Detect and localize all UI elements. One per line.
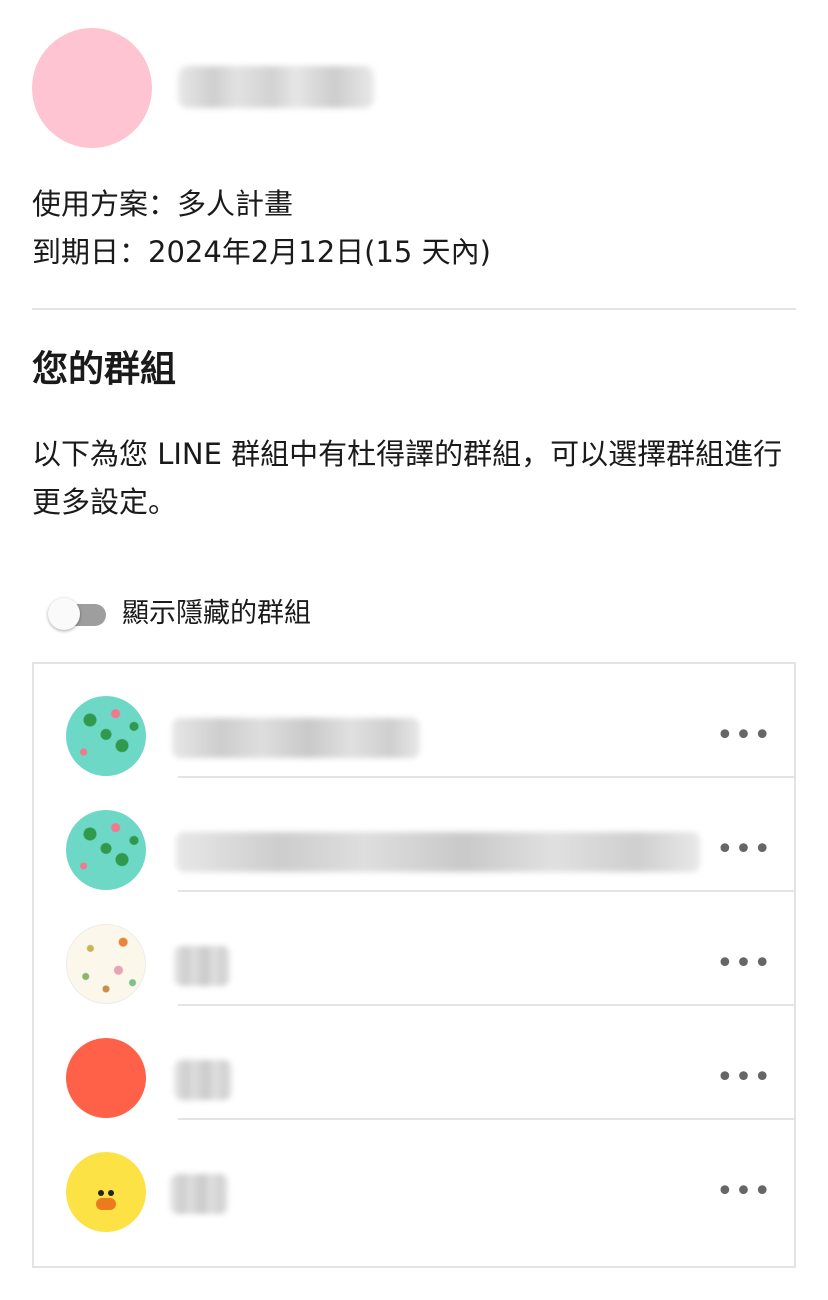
section-description: 以下為您 LINE 群組中有杜得譯的群組，可以選擇群組進行更多設定。 xyxy=(32,437,783,519)
group-name-redacted xyxy=(172,718,420,758)
show-hidden-groups-label[interactable]: 顯示隱藏的群組 xyxy=(122,594,311,634)
divider xyxy=(32,308,796,310)
account-page: 使用方案：多人計畫 到期日：2024年2月12日(15 天內) 您的群組 以下為… xyxy=(0,0,828,1300)
duck-beak xyxy=(96,1198,116,1210)
more-options-button[interactable]: ••• xyxy=(716,1172,771,1212)
group-row[interactable]: ••• xyxy=(34,1120,794,1234)
more-options-button[interactable]: ••• xyxy=(716,944,771,984)
show-hidden-groups-toggle[interactable] xyxy=(48,598,108,630)
more-icon: ••• xyxy=(715,718,773,753)
group-name-redacted xyxy=(176,832,700,872)
doodle-pattern-avatar xyxy=(66,924,146,1004)
group-name-redacted xyxy=(170,1174,228,1214)
profile-name-redacted xyxy=(178,66,374,108)
group-row[interactable]: ••• xyxy=(34,1006,794,1120)
duck-avatar xyxy=(66,1152,146,1232)
duck-eye xyxy=(108,1190,114,1196)
more-icon: ••• xyxy=(715,1060,773,1095)
group-name-redacted xyxy=(174,1060,232,1100)
group-row[interactable]: ••• xyxy=(34,778,794,892)
more-options-button[interactable]: ••• xyxy=(716,1058,771,1098)
group-list: ••• ••• ••• ••• ••• xyxy=(32,662,796,1268)
toggle-knob xyxy=(48,598,80,630)
profile-avatar xyxy=(32,28,152,148)
frog-pattern-avatar xyxy=(66,810,146,890)
more-options-button[interactable]: ••• xyxy=(716,830,771,870)
frog-pattern-avatar xyxy=(66,696,146,776)
red-avatar xyxy=(66,1038,146,1118)
more-icon: ••• xyxy=(715,946,773,981)
group-row[interactable]: ••• xyxy=(34,664,794,778)
duck-eye xyxy=(98,1190,104,1196)
more-options-button[interactable]: ••• xyxy=(716,716,771,756)
group-row[interactable]: ••• xyxy=(34,892,794,1006)
more-icon: ••• xyxy=(715,1174,773,1209)
expiry-info: 到期日：2024年2月12日(15 天內) xyxy=(32,235,491,269)
plan-info: 使用方案：多人計畫 xyxy=(32,187,294,221)
more-icon: ••• xyxy=(715,832,773,867)
section-title: 您的群組 xyxy=(32,349,177,390)
group-name-redacted xyxy=(174,946,230,986)
